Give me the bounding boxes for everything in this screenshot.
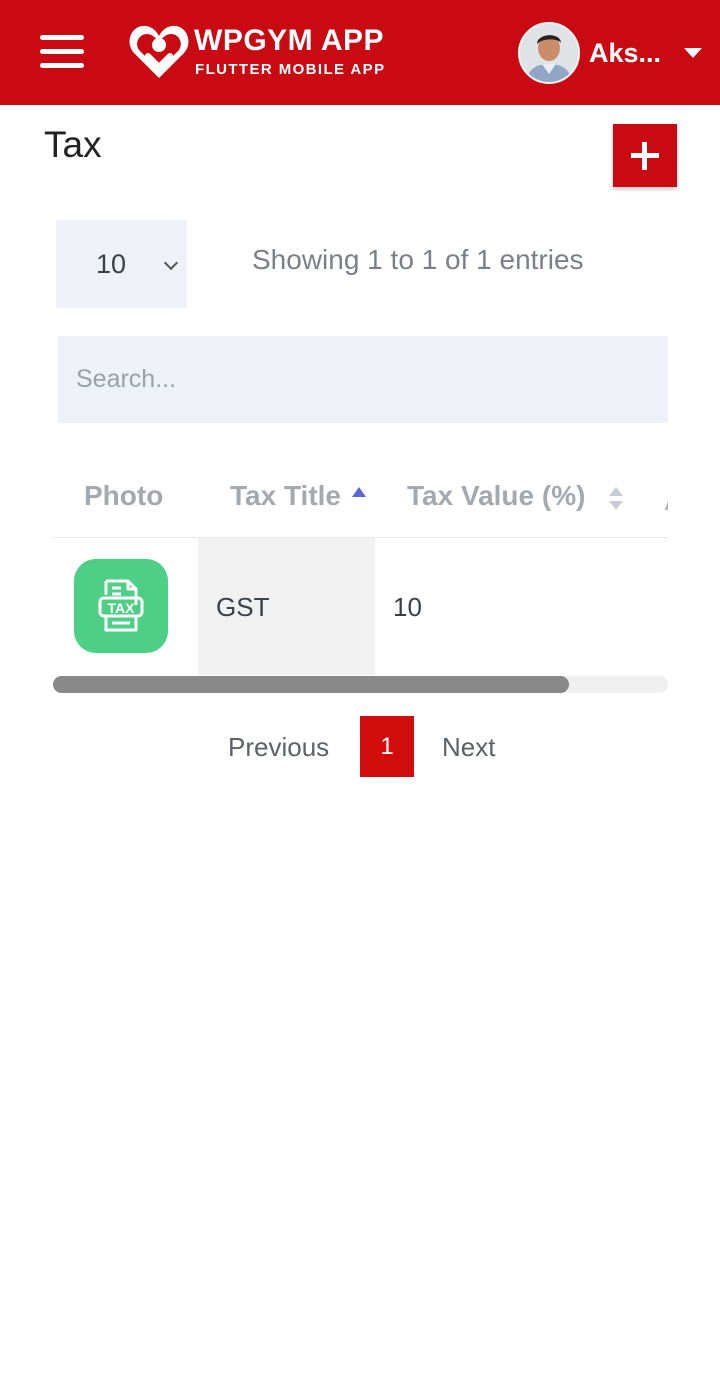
user-photo: [520, 24, 578, 82]
page-size-select[interactable]: 10: [56, 220, 187, 308]
caret-down-icon[interactable]: [684, 48, 702, 58]
page-1-button[interactable]: 1: [360, 716, 414, 777]
add-tax-button[interactable]: [613, 124, 677, 187]
app-screen: WPGYM APP FLUTTER MOBILE APP Aks... Tax …: [0, 0, 720, 1399]
cell-tax-value: 10: [393, 592, 422, 622]
top-app-bar: WPGYM APP FLUTTER MOBILE APP Aks...: [0, 0, 720, 105]
user-name[interactable]: Aks...: [589, 38, 661, 69]
tax-document-icon: TAX: [74, 559, 168, 653]
next-page-button[interactable]: Next: [442, 732, 495, 763]
search-input[interactable]: [58, 336, 668, 423]
sort-up-icon[interactable]: [609, 487, 623, 496]
tax-photo-label: TAX: [108, 600, 136, 616]
column-header-photo: Photo: [84, 480, 164, 511]
sort-down-icon[interactable]: [609, 501, 623, 510]
menu-icon[interactable]: [38, 33, 86, 71]
entries-info: Showing 1 to 1 of 1 entries: [252, 244, 584, 275]
logo-icon: [129, 25, 189, 78]
table-row[interactable]: TAX GST 10: [53, 538, 668, 675]
horizontal-scrollbar-thumb[interactable]: [53, 676, 569, 693]
sort-ascending-icon[interactable]: [352, 487, 366, 497]
app-subtitle: FLUTTER MOBILE APP: [195, 61, 386, 78]
avatar[interactable]: [518, 22, 580, 84]
column-header-truncated: A: [664, 485, 668, 513]
chevron-down-icon: [163, 255, 179, 271]
column-header-tax-title[interactable]: Tax Title: [230, 480, 341, 512]
column-header-tax-value[interactable]: Tax Value (%): [407, 480, 585, 512]
page-size-value: 10: [96, 249, 127, 279]
app-title: WPGYM APP: [194, 24, 385, 57]
cell-tax-title: GST: [216, 592, 270, 622]
page-title: Tax: [44, 124, 102, 165]
previous-page-button[interactable]: Previous: [228, 732, 329, 763]
